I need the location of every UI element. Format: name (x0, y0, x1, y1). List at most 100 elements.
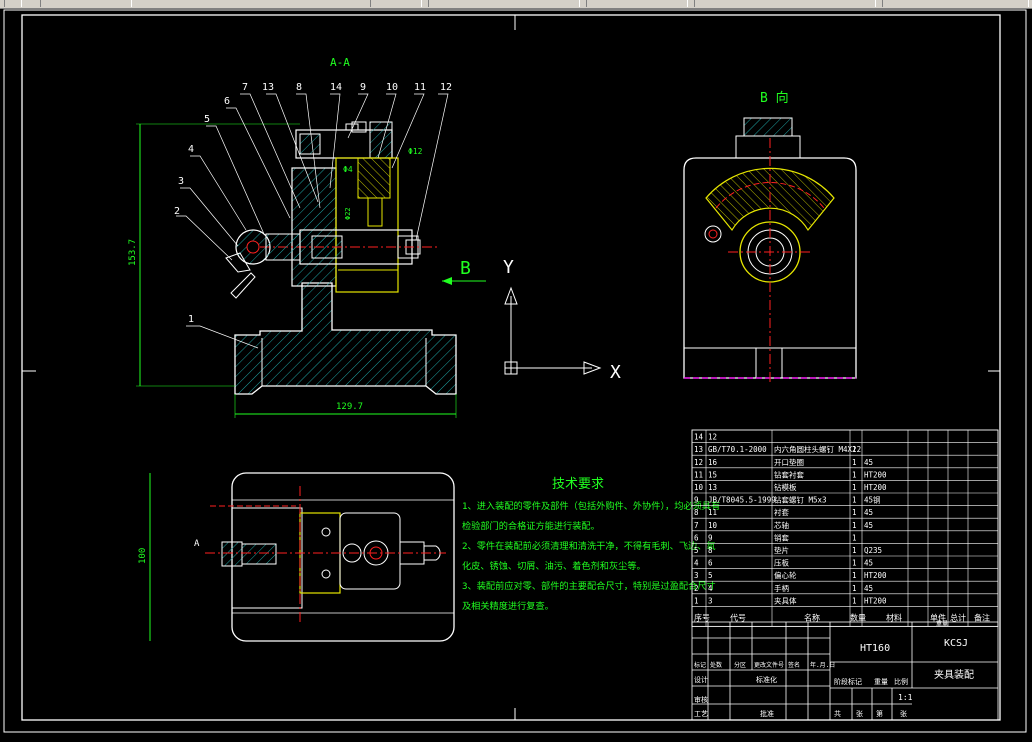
bom-row: 6 9 销套 1 (694, 532, 857, 542)
sheet-no: 第 (876, 709, 883, 718)
bom-code: 9 (708, 533, 713, 542)
plotstyle-dropdown[interactable] (882, 0, 1029, 7)
bom-row: 11 15 钻套衬套 1 HT200 (694, 469, 887, 479)
view-b-title: B 向 (760, 90, 789, 106)
bom-name: 钻套衬套 (774, 469, 804, 479)
role-review: 审核 (694, 695, 708, 704)
bom-header-code: 代号 (730, 612, 746, 622)
stage-mark: 阶段标记 (834, 677, 862, 686)
bom-name: 手柄 (774, 583, 789, 593)
outer-frame (3, 9, 1027, 733)
bom-row: 12 16 开口垫圈 1 45 (694, 457, 873, 467)
bom-no: 4 (694, 559, 699, 568)
callout-3: 3 (178, 176, 184, 187)
bom-no: 9 (694, 496, 699, 505)
toolbar-icons[interactable] (40, 0, 132, 7)
plan-view: 100 A (138, 472, 455, 642)
callout-11: 11 (414, 82, 426, 93)
bom-row: 13 GB/T70.1-2000 内六角圆柱头螺钉 M4X122 (694, 444, 861, 454)
callout-9: 9 (360, 82, 366, 93)
bom-qty: 1 (852, 496, 857, 505)
bom-header-total-weight: 总计 (950, 612, 966, 622)
tech-req-line-5: 3、装配前应对零、部件的主要配合尺寸，特别是过盈配合尺寸 (462, 580, 716, 592)
tech-req-line-3: 2、零件在装配前必须清理和清洗干净，不得有毛刺、飞边、氧 (462, 540, 716, 552)
bom-qty: 2 (852, 445, 857, 454)
bom-no: 8 (694, 508, 699, 517)
bom-material: HT200 (864, 596, 887, 605)
bom-material: HT200 (864, 483, 887, 492)
bom-name: 夹具体 (774, 595, 797, 605)
bom-name: 压板 (774, 558, 789, 568)
drawing-canvas[interactable]: A-A Φ4 Φ12 Φ22 153.7 129.7 B 1 2 3 4 5 6… (0, 8, 1032, 738)
tech-req-line-4: 化皮、锈蚀、切屑、油污、着色剂和灰尘等。 (462, 560, 646, 572)
bom-row: 1 3 夹具体 1 HT200 (694, 595, 887, 605)
bom-name: 垫片 (774, 545, 789, 555)
bom-no: 7 (694, 521, 699, 530)
sheet-no-unit: 张 (900, 709, 907, 718)
bom-header-qty: 数量 (850, 612, 866, 622)
bom-qty: 1 (852, 596, 857, 605)
bom-code: 15 (708, 470, 717, 479)
callout-10: 10 (386, 82, 398, 93)
callout-1: 1 (188, 314, 194, 325)
bom-name: 钻模板 (774, 482, 797, 492)
knurled-knob (743, 117, 793, 137)
handle (230, 272, 256, 299)
dim-bore: Φ12 (408, 147, 423, 156)
column (291, 167, 337, 287)
bom-code: GB/T70.1-2000 (708, 445, 767, 454)
bom-qty: 1 (852, 584, 857, 593)
bom-qty: 1 (852, 458, 857, 467)
axis-y-label: Y (503, 257, 514, 278)
bom-qty: 1 (852, 470, 857, 479)
bom-row: 2 4 手柄 1 45 (694, 583, 873, 593)
bom-name: 偏心轮 (774, 570, 797, 580)
tech-req-line-2: 检验部门的合格证方能进行装配。 (462, 520, 600, 532)
toolbar-icons[interactable] (370, 0, 422, 7)
bom-code: 3 (708, 596, 713, 605)
layer-dropdown[interactable] (428, 0, 580, 7)
linetype-dropdown[interactable] (586, 0, 688, 7)
toolbar-button[interactable] (4, 0, 22, 7)
dim-width: 129.7 (336, 402, 363, 412)
bom-row: 9 JB/T8045.5-1999钻套螺钉 M5x3 1 45钢 (694, 495, 881, 505)
bom-code: 12 (708, 433, 717, 442)
bom-header-remark: 备注 (974, 612, 990, 622)
ucs-icon (504, 286, 602, 375)
bom-no: 1 (694, 596, 699, 605)
bom-qty: 1 (852, 508, 857, 517)
role-approve: 批准 (760, 709, 774, 718)
bom-row: 7 10 芯轴 1 45 (694, 520, 873, 530)
bom-no: 14 (694, 433, 704, 442)
bom-no: 13 (694, 445, 703, 454)
bom-header-seq: 序号 (694, 612, 710, 622)
bom-header-weight: 重量 (936, 619, 948, 627)
section-aa-view: A-A Φ4 Φ12 Φ22 153.7 129.7 B 1 2 3 4 5 6… (128, 56, 486, 418)
bom-material: 45钢 (864, 495, 881, 505)
callout-14: 14 (330, 82, 342, 93)
title-material: HT160 (860, 643, 890, 654)
arrow-a-label: A (194, 539, 200, 549)
bom-qty: 1 (852, 546, 857, 555)
bom-material: 45 (864, 508, 873, 517)
rev-col-1: 标记 (694, 661, 706, 669)
tech-req-line-6: 及相关精度进行复查。 (462, 600, 554, 612)
role-design: 设计 (694, 675, 708, 684)
bom-name: 钻套螺钉 M5x3 (774, 495, 827, 505)
dim-plan-height: 100 (138, 548, 148, 564)
tech-req-title: 技术要求 (552, 477, 604, 492)
callout-8: 8 (296, 82, 302, 93)
bom-row: 3 5 偏心轮 1 HT200 (694, 570, 887, 580)
bom-qty: 1 (852, 521, 857, 530)
sheet-total-unit: 张 (856, 709, 863, 718)
arrow-b-label: B (460, 258, 471, 279)
bom-material: 45 (864, 559, 873, 568)
callout-4: 4 (188, 144, 194, 155)
lineweight-dropdown[interactable] (694, 0, 876, 7)
callout-12: 12 (440, 82, 452, 93)
bom-row: 5 8 垫片 1 Q235 (694, 545, 882, 555)
stage-scale: 比例 (894, 677, 908, 686)
bom-qty: 1 (852, 571, 857, 580)
dim-small: Φ22 (344, 207, 352, 220)
bom-code: 4 (708, 584, 713, 593)
